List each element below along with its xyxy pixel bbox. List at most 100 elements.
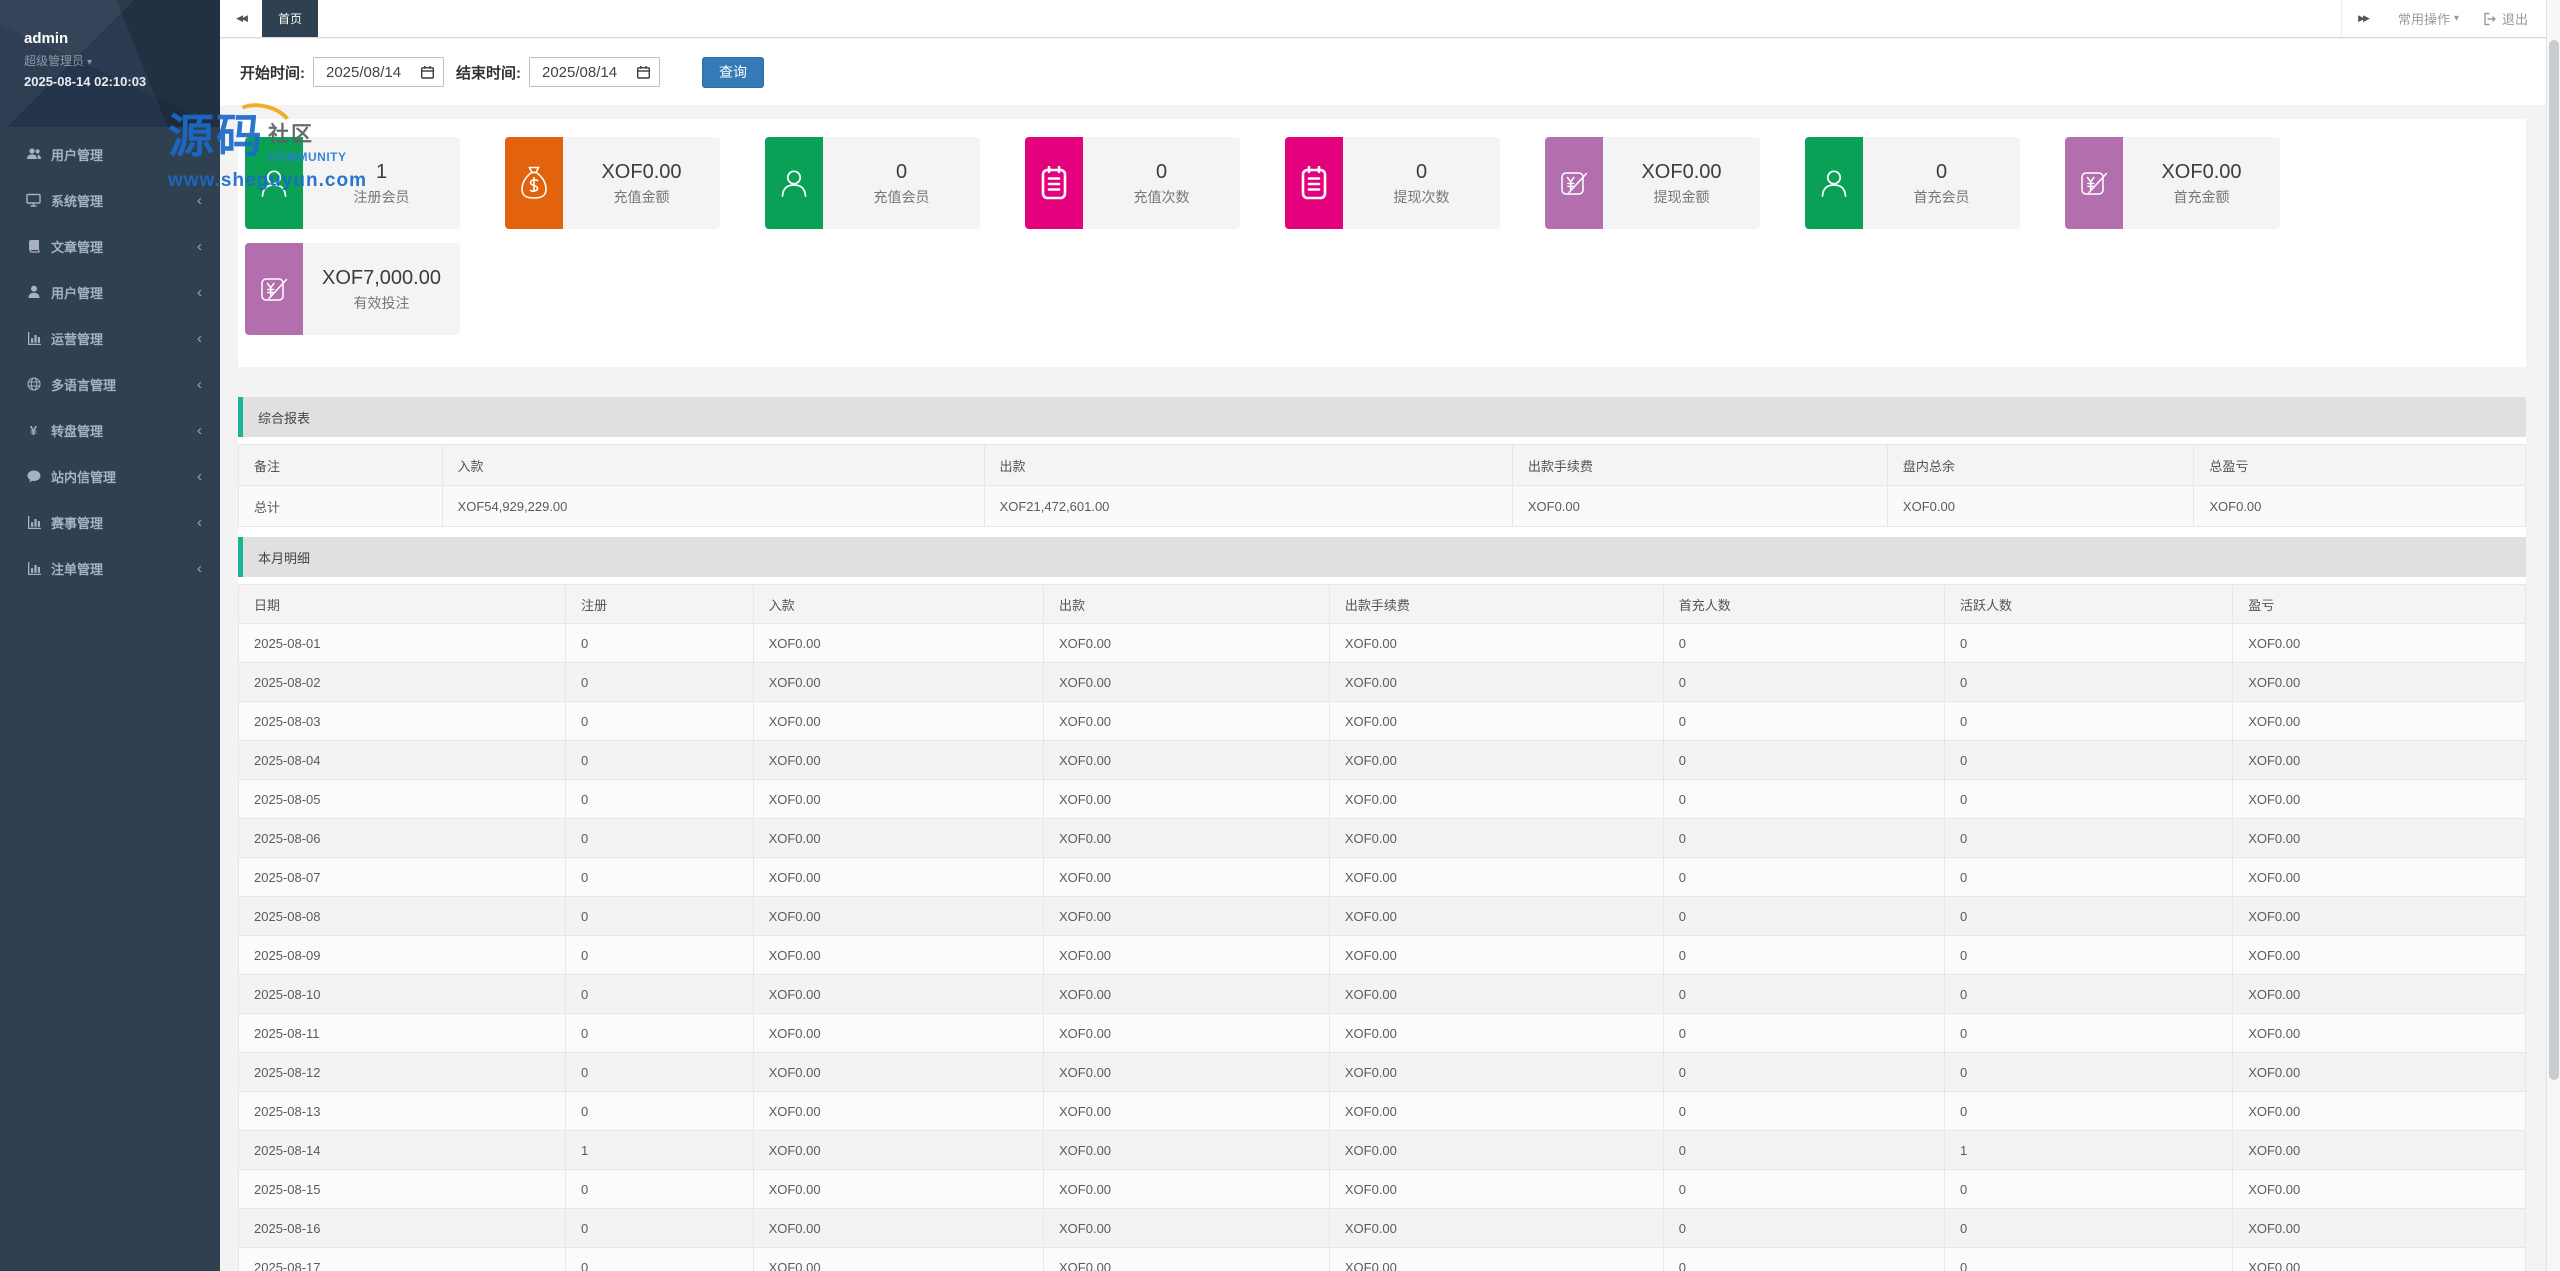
sidebar-item-8[interactable]: 赛事管理 ‹ [0, 499, 220, 545]
table-cell: 0 [565, 662, 754, 702]
table-cell: 0 [565, 1052, 754, 1092]
sidebar-item-0[interactable]: 用户管理 [0, 131, 220, 177]
profile-role-dropdown[interactable]: 超级管理员 ▾ [24, 52, 220, 69]
stat-card-first-recharge-members: 0 首充会员 [1805, 137, 2020, 229]
sidebar-item-3[interactable]: 用户管理 ‹ [0, 269, 220, 315]
sidebar-item-1[interactable]: 系统管理 ‹ [0, 177, 220, 223]
table-header-row: 备注 入款 出款 出款手续费 盘内总余 总盈亏 [238, 444, 2526, 486]
sidebar-item-label: 站内信管理 [51, 469, 117, 485]
table-row: 2025-08-09 0 XOF0.00 XOF0.00 XOF0.00 0 0 XOF0.0… [237, 935, 2526, 975]
column-header: 总盈亏 [2193, 444, 2526, 486]
scroll-tabs-right-button[interactable]: ▶▶ [2342, 0, 2384, 37]
table-cell: XOF0.00 [2232, 623, 2526, 663]
chart-icon [25, 331, 42, 345]
sidebar-item-label: 转盘管理 [51, 423, 104, 439]
chevron-left-icon: ‹ [197, 237, 202, 255]
end-date-input[interactable]: 2025/08/14 [529, 57, 660, 87]
table-cell: XOF0.00 [2232, 701, 2526, 741]
sidebar-item-5[interactable]: 多语言管理 ‹ [0, 361, 220, 407]
end-time-label: 结束时间: [456, 64, 521, 82]
stat-card-body: 0 首充会员 [1863, 137, 2020, 229]
sidebar-item-2[interactable]: 文章管理 ‹ [0, 223, 220, 269]
stat-card-recharge-amount: XOF0.00 充值金额 [505, 137, 720, 229]
monitor-icon [25, 193, 42, 207]
vertical-scrollbar-track[interactable] [2546, 0, 2560, 1271]
table-cell: 0 [565, 818, 754, 858]
calendar-icon[interactable] [636, 65, 651, 80]
table-header-row: 日期 注册 入款 出款 出款手续费 首充人数 活跃人数 盈亏 [237, 584, 2526, 624]
table-row: 2025-08-01 0 XOF0.00 XOF0.00 XOF0.00 0 0 XOF0.0… [237, 623, 2526, 663]
quick-actions-dropdown[interactable]: 常用操作 ▾ [2384, 9, 2473, 28]
stat-label: 首充金额 [2173, 188, 2230, 205]
month-detail-title: 本月明细 [258, 550, 311, 566]
stat-label: 提现次数 [1393, 188, 1450, 205]
table-cell: XOF0.00 [2232, 1013, 2526, 1053]
column-header: 首充人数 [1662, 584, 1946, 624]
chevron-left-icon: ‹ [197, 283, 202, 301]
table-cell: 0 [565, 857, 754, 897]
logout-icon [2483, 12, 2497, 26]
table-cell: XOF0.00 [1043, 1130, 1330, 1170]
stat-card-recharge-members: 0 充值会员 [765, 137, 980, 229]
table-row: 2025-08-13 0 XOF0.00 XOF0.00 XOF0.00 0 0 XOF0.0… [237, 1091, 2526, 1131]
summary-report-table: 备注 入款 出款 出款手续费 盘内总余 总盈亏 总计 XOF54,929,229.00 XOF2… [238, 444, 2526, 527]
sidebar-item-label: 注单管理 [51, 561, 104, 577]
column-header: 入款 [441, 444, 985, 486]
table-cell: 2025-08-06 [237, 818, 567, 858]
table-cell: XOF0.00 [2232, 1091, 2526, 1131]
table-cell: 0 [1944, 779, 2234, 819]
table-cell: 0 [1944, 701, 2234, 741]
sidebar-item-4[interactable]: 运营管理 ‹ [0, 315, 220, 361]
table-cell: 0 [1662, 740, 1946, 780]
tab-home[interactable]: 首页 [262, 0, 319, 37]
table-cell: XOF0.00 [1328, 818, 1664, 858]
chevron-left-icon: ‹ [197, 513, 202, 531]
table-cell: XOF0.00 [1043, 1247, 1330, 1271]
table-cell: XOF0.00 [2232, 818, 2526, 858]
table-row: 2025-08-02 0 XOF0.00 XOF0.00 XOF0.00 0 0 XOF0.0… [237, 662, 2526, 702]
table-cell: 0 [1662, 896, 1946, 936]
table-cell: XOF0.00 [2232, 1208, 2526, 1248]
table-cell: XOF0.00 [1043, 857, 1330, 897]
table-cell: 0 [565, 1013, 754, 1053]
table-cell: 1 [1944, 1130, 2234, 1170]
clipboard-icon [1285, 137, 1343, 229]
sidebar-item-label: 用户管理 [51, 285, 104, 301]
reports-section: 综合报表 备注 入款 出款 出款手续费 盘内总余 总盈亏 总计 XOF54,929,229.0… [237, 397, 2526, 1271]
start-date-input[interactable]: 2025/08/14 [313, 57, 444, 87]
table-cell: 0 [1944, 662, 2234, 702]
table-cell: 0 [565, 974, 754, 1014]
table-cell: XOF0.00 [1043, 740, 1330, 780]
table-cell: 0 [565, 935, 754, 975]
sidebar-item-6[interactable]: ¥ 转盘管理 ‹ [0, 407, 220, 453]
table-cell: 0 [1662, 1052, 1946, 1092]
table-cell: 2025-08-16 [237, 1208, 567, 1248]
table-cell: XOF0.00 [2232, 1247, 2526, 1271]
table-cell: 0 [1944, 1052, 2234, 1092]
profile-role-label: 超级管理员 [24, 54, 85, 68]
table-cell: XOF0.00 [1328, 1052, 1664, 1092]
table-cell: XOF0.00 [1511, 485, 1888, 527]
sidebar-item-label: 运营管理 [51, 331, 104, 347]
stat-value: XOF0.00 [1641, 160, 1722, 183]
table-cell: XOF0.00 [1328, 740, 1664, 780]
table-cell: 0 [1662, 974, 1946, 1014]
table-row: 2025-08-04 0 XOF0.00 XOF0.00 XOF0.00 0 0 XOF0.0… [237, 740, 2526, 780]
sidebar-item-7[interactable]: 站内信管理 ‹ [0, 453, 220, 499]
table-cell: 0 [565, 701, 754, 741]
calendar-icon[interactable] [420, 65, 435, 80]
query-button[interactable]: 查询 [702, 56, 764, 88]
table-cell: XOF0.00 [1328, 662, 1664, 702]
profile-username: admin [24, 30, 69, 47]
collapse-tabs-left-button[interactable]: ◀◀ [220, 0, 262, 37]
vertical-scrollbar-thumb[interactable] [2549, 40, 2559, 1080]
table-cell: 0 [1944, 740, 2234, 780]
sidebar-item-9[interactable]: 注单管理 ‹ [0, 545, 220, 591]
logout-button[interactable]: 退出 [2473, 9, 2546, 28]
stat-card-body: 0 提现次数 [1343, 137, 1500, 229]
stat-card-withdraw-count: 0 提现次数 [1285, 137, 1500, 229]
column-header: 活跃人数 [1944, 584, 2234, 624]
table-cell: XOF0.00 [752, 1052, 1045, 1092]
table-cell: XOF0.00 [1328, 1247, 1664, 1271]
stat-card-withdraw-amount: XOF0.00 提现金额 [1545, 137, 1760, 229]
